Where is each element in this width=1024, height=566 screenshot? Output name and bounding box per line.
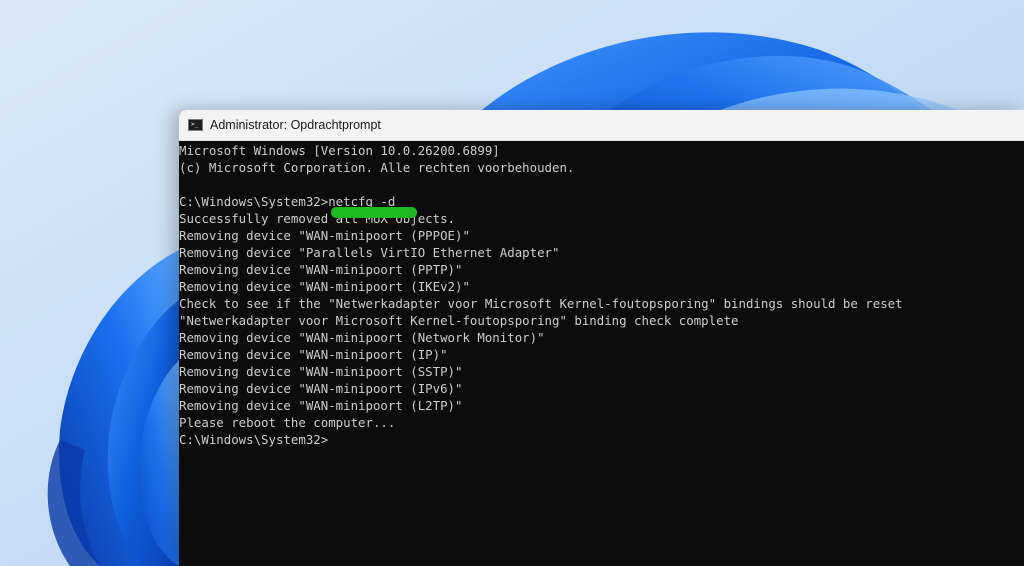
command-prompt-window[interactable]: >_ Administrator: Opdrachtprompt Microso…: [179, 110, 1024, 566]
console-line: Removing device "WAN-minipoort (IPv6)": [179, 381, 463, 396]
window-title: Administrator: Opdrachtprompt: [210, 118, 381, 132]
highlight-marker: [331, 207, 417, 218]
console-line: Removing device "WAN-minipoort (PPTP)": [179, 262, 463, 277]
console-line: Removing device "WAN-minipoort (IP)": [179, 347, 448, 362]
console-line: (c) Microsoft Corporation. Alle rechten …: [179, 160, 575, 175]
console-line: "Netwerkadapter voor Microsoft Kernel-fo…: [179, 313, 739, 328]
console-line: Removing device "WAN-minipoort (Network …: [179, 330, 545, 345]
console-line: Removing device "WAN-minipoort (L2TP)": [179, 398, 463, 413]
console-line: C:\Windows\System32>: [179, 432, 329, 447]
console-line: Successfully removed all MUX Objects.: [179, 211, 456, 226]
console-line: C:\Windows\System32>netcfg -d: [179, 194, 396, 209]
console-line: Removing device "WAN-minipoort (PPPOE)": [179, 228, 470, 243]
title-bar[interactable]: >_ Administrator: Opdrachtprompt: [179, 110, 1024, 141]
console-output[interactable]: Microsoft Windows [Version 10.0.26200.68…: [179, 141, 1024, 566]
cmd-icon: >_: [188, 119, 203, 131]
console-line: Please reboot the computer...: [179, 415, 396, 430]
console-line: Check to see if the "Netwerkadapter voor…: [179, 296, 903, 311]
console-line: Removing device "WAN-minipoort (IKEv2)": [179, 279, 470, 294]
console-line: Removing device "WAN-minipoort (SSTP)": [179, 364, 463, 379]
console-line: Removing device "Parallels VirtIO Ethern…: [179, 245, 560, 260]
console-line: Microsoft Windows [Version 10.0.26200.68…: [179, 143, 500, 158]
